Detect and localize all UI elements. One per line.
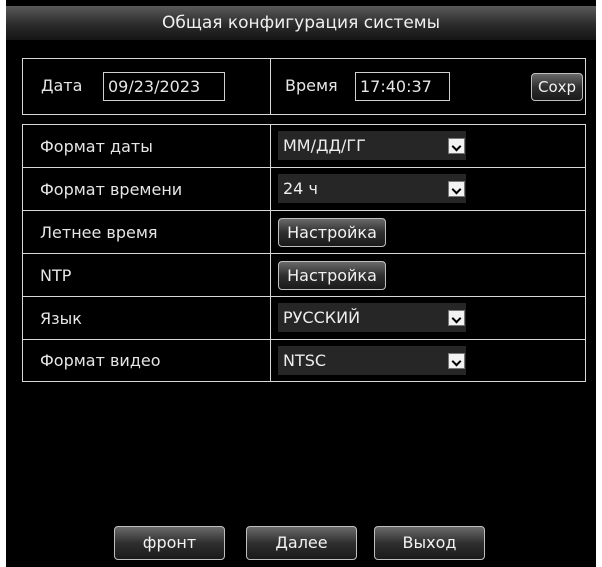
settings-table: Формат даты ММ/ДД/ГГ Формат времени 24 ч… xyxy=(22,124,586,382)
divider xyxy=(270,125,271,167)
row-date-format: Формат даты ММ/ДД/ГГ xyxy=(23,125,585,168)
chevron-down-icon[interactable] xyxy=(448,310,465,326)
time-format-label: Формат времени xyxy=(40,180,183,199)
video-format-value: NTSC xyxy=(283,351,327,370)
dst-label: Летнее время xyxy=(40,223,158,242)
divider xyxy=(270,297,271,339)
chevron-down-icon[interactable] xyxy=(448,138,465,154)
next-button[interactable]: Далее xyxy=(246,526,357,560)
row-dst: Летнее время Настройка xyxy=(23,211,585,254)
row-time-format: Формат времени 24 ч xyxy=(23,168,585,211)
date-input[interactable]: 09/23/2023 xyxy=(103,72,225,101)
dst-setup-button[interactable]: Настройка xyxy=(278,218,386,247)
divider xyxy=(270,59,271,114)
row-language: Язык РУССКИЙ xyxy=(23,297,585,340)
chevron-down-icon[interactable] xyxy=(448,353,465,369)
divider xyxy=(270,254,271,296)
divider xyxy=(270,168,271,210)
time-format-select[interactable]: 24 ч xyxy=(278,174,466,203)
language-value: РУССКИЙ xyxy=(283,308,361,327)
time-format-value: 24 ч xyxy=(283,179,318,198)
date-format-select[interactable]: ММ/ДД/ГГ xyxy=(278,131,466,160)
front-button[interactable]: фронт xyxy=(114,526,225,560)
window-title: Общая конфигурация системы xyxy=(6,6,596,40)
row-ntp: NTP Настройка xyxy=(23,254,585,297)
chevron-down-icon[interactable] xyxy=(448,181,465,197)
exit-button[interactable]: Выход xyxy=(374,526,485,560)
ntp-label: NTP xyxy=(40,266,72,285)
settings-window: Общая конфигурация системы Дата 09/23/20… xyxy=(6,0,596,567)
video-format-select[interactable]: NTSC xyxy=(278,346,466,375)
row-video-format: Формат видео NTSC xyxy=(23,340,585,382)
divider xyxy=(270,340,271,382)
date-format-label: Формат даты xyxy=(40,137,153,156)
date-format-value: ММ/ДД/ГГ xyxy=(283,136,366,155)
language-label: Язык xyxy=(40,309,82,328)
date-label: Дата xyxy=(41,76,83,95)
video-format-label: Формат видео xyxy=(40,351,161,370)
ntp-setup-button[interactable]: Настройка xyxy=(278,261,386,290)
language-select[interactable]: РУССКИЙ xyxy=(278,303,466,332)
time-input[interactable]: 17:40:37 xyxy=(355,72,450,101)
datetime-panel: Дата 09/23/2023 Время 17:40:37 Сохр xyxy=(22,58,586,115)
time-label: Время xyxy=(285,76,338,95)
save-button[interactable]: Сохр xyxy=(531,73,583,101)
divider xyxy=(270,211,271,253)
